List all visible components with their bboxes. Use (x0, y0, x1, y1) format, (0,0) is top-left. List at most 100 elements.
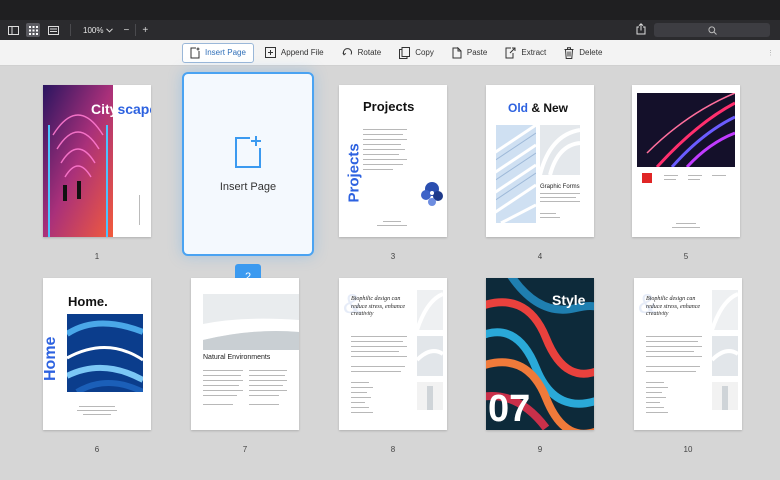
page-4-title-new: & New (528, 101, 569, 115)
text-line (351, 392, 367, 393)
text-line (351, 346, 407, 347)
text-line (83, 414, 111, 415)
trash-icon (564, 46, 574, 59)
page-number-1: 1 (94, 252, 100, 261)
page-4-title-old: Old (508, 101, 528, 115)
text-line (646, 351, 694, 352)
zoom-in-button[interactable]: + (142, 25, 148, 36)
sidebar-toggle-button[interactable] (6, 23, 20, 37)
text-line (688, 179, 700, 180)
page-thumbnail-5[interactable] (632, 85, 740, 237)
rotate-button[interactable]: Rotate (335, 43, 389, 63)
page-thumbnail-10[interactable]: & Biophilic design can reduce stress, en… (634, 278, 742, 430)
append-file-label: Append File (280, 48, 324, 57)
text-line (351, 351, 399, 352)
extract-icon (505, 47, 516, 58)
search-input[interactable] (654, 23, 770, 37)
thumbnail-view-button[interactable] (46, 23, 60, 37)
text-line (77, 410, 117, 411)
share-button[interactable] (636, 23, 646, 37)
page-6-title: Home. (68, 294, 108, 309)
page-4-caption: Graphic Forms (540, 184, 580, 190)
append-file-button[interactable]: Append File (258, 43, 331, 63)
page-1-title-scape: scape (117, 101, 151, 117)
text-line (672, 227, 700, 228)
toolbar-divider (70, 24, 71, 36)
text-line (203, 395, 237, 396)
text-line (203, 370, 243, 371)
paste-label: Paste (466, 48, 488, 57)
text-line (664, 179, 676, 180)
paste-button[interactable]: Paste (445, 43, 494, 63)
insert-page-button[interactable]: Insert Page (182, 42, 254, 63)
zoom-control[interactable]: 100% (83, 26, 114, 35)
text-line (646, 356, 702, 357)
insert-page-icon (190, 47, 200, 58)
white-curves-photo (417, 290, 443, 410)
text-line (249, 385, 283, 386)
text-line (646, 402, 660, 403)
insert-page-icon (235, 136, 261, 168)
flower-image (421, 182, 443, 206)
text-line (646, 366, 700, 367)
page-thumbnail-9[interactable]: Style 07 (486, 278, 594, 430)
page-thumbnail-6[interactable]: Home. Home (43, 278, 151, 430)
delete-label: Delete (579, 48, 603, 57)
page-3-title: Projects (363, 99, 415, 114)
blue-paint-photo (67, 314, 143, 392)
page-thumbnail-4[interactable]: Old & New Graphic Forms (486, 85, 594, 237)
page-edit-toolbar: Insert Page Append File Rotate Copy Past… (0, 40, 780, 66)
page-1-title: Cityscape (91, 101, 151, 117)
text-line (363, 134, 403, 135)
text-line (139, 195, 140, 225)
zoom-out-button[interactable]: − (123, 25, 129, 36)
page-number-3: 3 (390, 252, 396, 261)
delete-button[interactable]: Delete (557, 43, 609, 63)
text-line (646, 397, 666, 398)
page-number-6: 6 (94, 445, 100, 454)
grid-view-button[interactable] (26, 23, 40, 37)
page-6-vertical-title: Home (43, 336, 59, 381)
grid-icon (28, 25, 38, 35)
insert-page-placeholder[interactable]: Insert Page (182, 72, 314, 256)
paste-icon (452, 46, 462, 58)
sidebar-icon (7, 25, 19, 35)
page-number-4: 4 (537, 252, 543, 261)
page-thumbnail-3[interactable]: Projects Projects (339, 85, 447, 237)
abstract-light-photo (637, 93, 735, 167)
text-line (203, 375, 241, 376)
window-title-bar (0, 0, 780, 20)
architecture-detail-photo (540, 125, 580, 175)
text-line (249, 390, 287, 391)
nature-photo (203, 294, 299, 350)
text-line (646, 371, 696, 372)
chevron-down-icon (106, 27, 114, 33)
text-line (363, 139, 407, 140)
page-thumbnail-1[interactable]: Cityscape (43, 85, 151, 237)
text-line (377, 225, 407, 226)
rotate-label: Rotate (357, 48, 382, 57)
rotate-icon (341, 48, 352, 56)
text-line (540, 197, 576, 198)
text-line (688, 175, 702, 176)
page-3-vertical-title: Projects (345, 143, 363, 203)
text-line (664, 175, 678, 176)
text-line (363, 144, 401, 145)
page-9-big-number: 07 (488, 388, 531, 430)
copy-button[interactable]: Copy (392, 43, 441, 63)
toolbar-grip-icon[interactable]: ⋮ (767, 49, 774, 57)
page-thumbnail-8[interactable]: & Biophilic design can reduce stress, en… (339, 278, 447, 430)
toolbar-divider (135, 24, 137, 36)
text-line (79, 406, 115, 407)
text-line (249, 370, 287, 371)
text-line (351, 336, 407, 337)
extract-button[interactable]: Extract (498, 43, 553, 63)
page-number-5: 5 (683, 252, 689, 261)
copy-icon (399, 46, 411, 59)
page-thumbnail-7[interactable]: Natural Environments (191, 278, 299, 430)
text-line (351, 382, 369, 383)
page-number-9: 9 (537, 445, 543, 454)
page-9-title: Style (552, 292, 586, 308)
text-line (363, 154, 399, 155)
text-line (646, 341, 698, 342)
